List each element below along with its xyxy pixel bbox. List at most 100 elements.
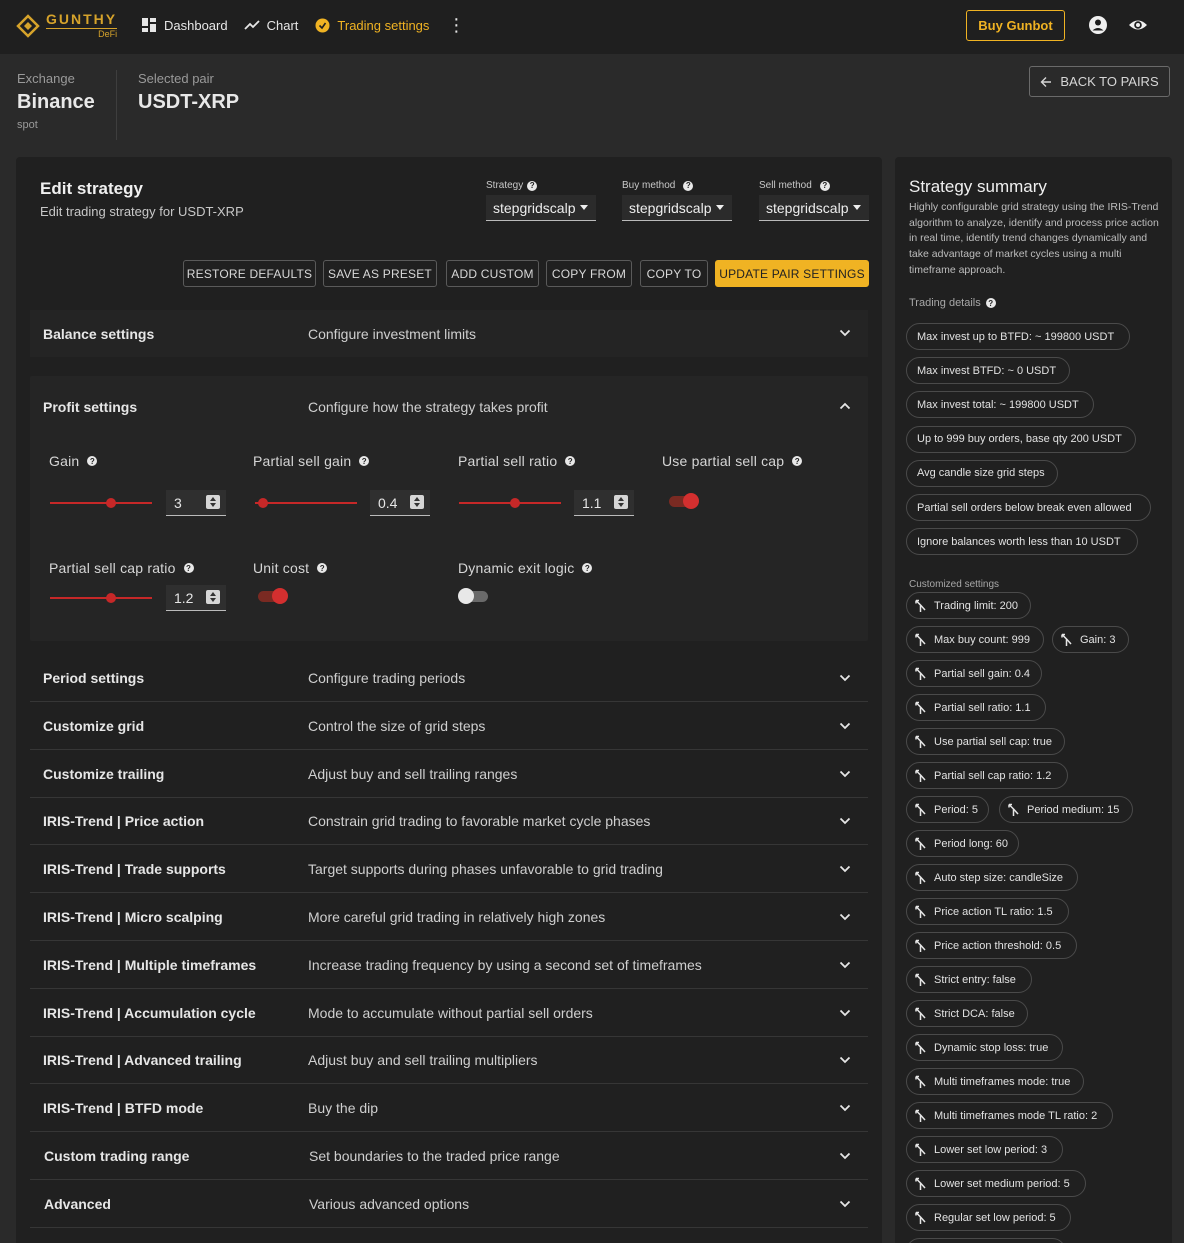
help-icon[interactable]: ? [582, 563, 593, 573]
partial-sell-gain-value: 0.4 [378, 494, 398, 511]
section-description: Configure trading periods [308, 670, 466, 686]
merge-icon [915, 871, 926, 884]
spinner-icon[interactable] [206, 495, 220, 509]
help-icon[interactable]: ? [819, 180, 830, 191]
spinner-icon[interactable] [410, 495, 424, 509]
add-custom-button[interactable]: ADD CUSTOM [446, 260, 539, 287]
help-icon[interactable]: ? [792, 456, 803, 466]
partial-sell-ratio-value: 1.1 [582, 494, 602, 511]
chevron-down-icon [839, 913, 851, 921]
save-as-preset-button[interactable]: SAVE AS PRESET [323, 260, 437, 287]
partial-sell-cap-ratio-slider[interactable] [50, 597, 152, 599]
nav-dashboard[interactable]: Dashboard [141, 17, 228, 33]
section-row[interactable]: IRIS-Trend | Price action Constrain grid … [30, 798, 868, 845]
dropdown-arrow-icon [716, 205, 724, 210]
help-icon[interactable]: ? [565, 456, 576, 466]
chevron-down-icon [839, 961, 851, 969]
help-icon[interactable]: ? [683, 180, 694, 191]
spinner-icon[interactable] [206, 590, 220, 604]
restore-defaults-button[interactable]: RESTORE DEFAULTS [183, 260, 316, 287]
help-icon[interactable]: ? [87, 456, 98, 466]
customized-setting-chip: Lower set medium period: 5 [906, 1170, 1086, 1197]
more-menu-icon[interactable]: ⋮ [447, 16, 465, 34]
merge-icon [915, 837, 926, 850]
section-row[interactable]: Custom trading range Set boundaries to th… [30, 1133, 868, 1180]
chevron-up-icon [839, 402, 851, 410]
strategy-summary-panel: Strategy summary Highly configurable gri… [895, 157, 1172, 1243]
strategy-label-text: Strategy [486, 180, 524, 191]
help-icon[interactable]: ? [183, 563, 194, 573]
section-title: IRIS-Trend | Advanced trailing [43, 1052, 242, 1068]
section-row[interactable]: IRIS-Trend | BTFD mode Buy the dip [30, 1085, 868, 1132]
sell-method-select-value: stepgridscalp [766, 199, 849, 216]
section-description: Adjust buy and sell trailing ranges [308, 766, 518, 782]
section-title: IRIS-Trend | Price action [43, 813, 205, 829]
buy-method-select-label: Buy method ? [622, 180, 694, 191]
copy-from-button[interactable]: COPY FROM [546, 260, 632, 287]
customized-setting-chip: Period: 5 [906, 796, 989, 823]
back-to-pairs-button[interactable]: BACK TO PAIRS [1029, 66, 1170, 97]
partial-sell-ratio-input[interactable]: 1.1 [574, 490, 634, 516]
section-row[interactable]: IRIS-Trend | Multiple timeframes Increase… [30, 942, 868, 989]
section-description: More careful grid trading in relatively … [308, 909, 606, 925]
section-balance-settings[interactable]: Balance settings Configure investment li… [30, 310, 868, 357]
help-icon[interactable]: ? [359, 456, 370, 466]
customized-setting-chip: Use partial sell cap: true [906, 728, 1065, 755]
section-row[interactable]: Customize grid Control the size of grid s… [30, 703, 868, 750]
buy-method-select[interactable]: stepgridscalp [622, 195, 732, 221]
section-description: Set boundaries to the traded price range [309, 1148, 560, 1164]
sell-method-select[interactable]: stepgridscalp [759, 195, 869, 221]
partial-sell-gain-input[interactable]: 0.4 [370, 490, 430, 516]
dynamic-exit-logic-toggle[interactable] [458, 586, 492, 606]
use-partial-sell-cap-toggle[interactable] [667, 491, 701, 511]
settings-icon [314, 17, 330, 33]
update-pair-settings-button[interactable]: UPDATE PAIR SETTINGS [715, 260, 869, 287]
nav-trading-settings[interactable]: Trading settings [314, 17, 429, 33]
customized-setting-text: Period: 5 [934, 803, 979, 816]
help-icon[interactable]: ? [985, 298, 996, 308]
section-title: IRIS-Trend | Trade supports [43, 861, 226, 877]
merge-icon [915, 667, 926, 680]
section-row[interactable]: Customize trailing Adjust buy and sell tr… [30, 751, 868, 798]
chevron-down-icon [839, 1009, 851, 1017]
section-row[interactable]: IRIS-Trend | Micro scalping More careful … [30, 894, 868, 941]
customized-setting-text: Partial sell ratio: 1.1 [934, 701, 1031, 714]
merge-icon [915, 1211, 926, 1224]
exchange-name: Binance [17, 91, 95, 113]
section-description: Constrain grid trading to favorable mark… [308, 813, 651, 829]
edit-strategy-title: Edit strategy [40, 179, 143, 198]
section-title: IRIS-Trend | Accumulation cycle [43, 1005, 256, 1021]
partial-sell-gain-slider[interactable] [255, 502, 357, 504]
spinner-icon[interactable] [614, 495, 628, 509]
gain-slider[interactable] [50, 502, 152, 504]
strategy-select[interactable]: stepgridscalp [486, 195, 596, 221]
section-row[interactable]: IRIS-Trend | Advanced trailing Adjust buy… [30, 1037, 868, 1084]
partial-sell-ratio-label-text: Partial sell ratio [458, 453, 558, 469]
nav-chart[interactable]: Chart [243, 17, 298, 33]
brand-logo[interactable]: GUNTHY DeFi [16, 12, 118, 39]
merge-icon [915, 1041, 926, 1054]
customized-setting-text: Gain: 3 [1080, 633, 1116, 646]
customized-setting-text: Period medium: 15 [1027, 803, 1120, 816]
section-profit-settings[interactable]: Profit settings Configure how the strate… [30, 383, 868, 430]
help-icon[interactable]: ? [527, 180, 538, 191]
partial-sell-cap-ratio-input[interactable]: 1.2 [166, 585, 226, 611]
arrow-left-icon [1040, 76, 1052, 87]
customized-setting-chip: Multi timeframes mode: true [906, 1068, 1084, 1095]
section-row[interactable]: Advanced Various advanced options [30, 1181, 868, 1228]
copy-to-button[interactable]: COPY TO [640, 260, 708, 287]
dashboard-icon [141, 17, 157, 33]
unit-cost-toggle[interactable] [256, 586, 290, 606]
merge-icon [915, 905, 926, 918]
section-row[interactable]: Period settings Configure trading periods [30, 655, 868, 702]
section-title: Customize trailing [43, 766, 165, 782]
section-row[interactable]: IRIS-Trend | Accumulation cycle Mode to a… [30, 990, 868, 1037]
exchange-label: Exchange [17, 71, 75, 86]
visibility-icon[interactable] [1128, 15, 1148, 35]
buy-gunbot-button[interactable]: Buy Gunbot [966, 10, 1065, 41]
gain-input[interactable]: 3 [166, 490, 226, 516]
account-icon[interactable] [1088, 15, 1108, 35]
customized-setting-chip: Gain: 3 [1052, 626, 1129, 653]
help-icon[interactable]: ? [317, 563, 328, 573]
section-row[interactable]: IRIS-Trend | Trade supports Target suppor… [30, 846, 868, 893]
